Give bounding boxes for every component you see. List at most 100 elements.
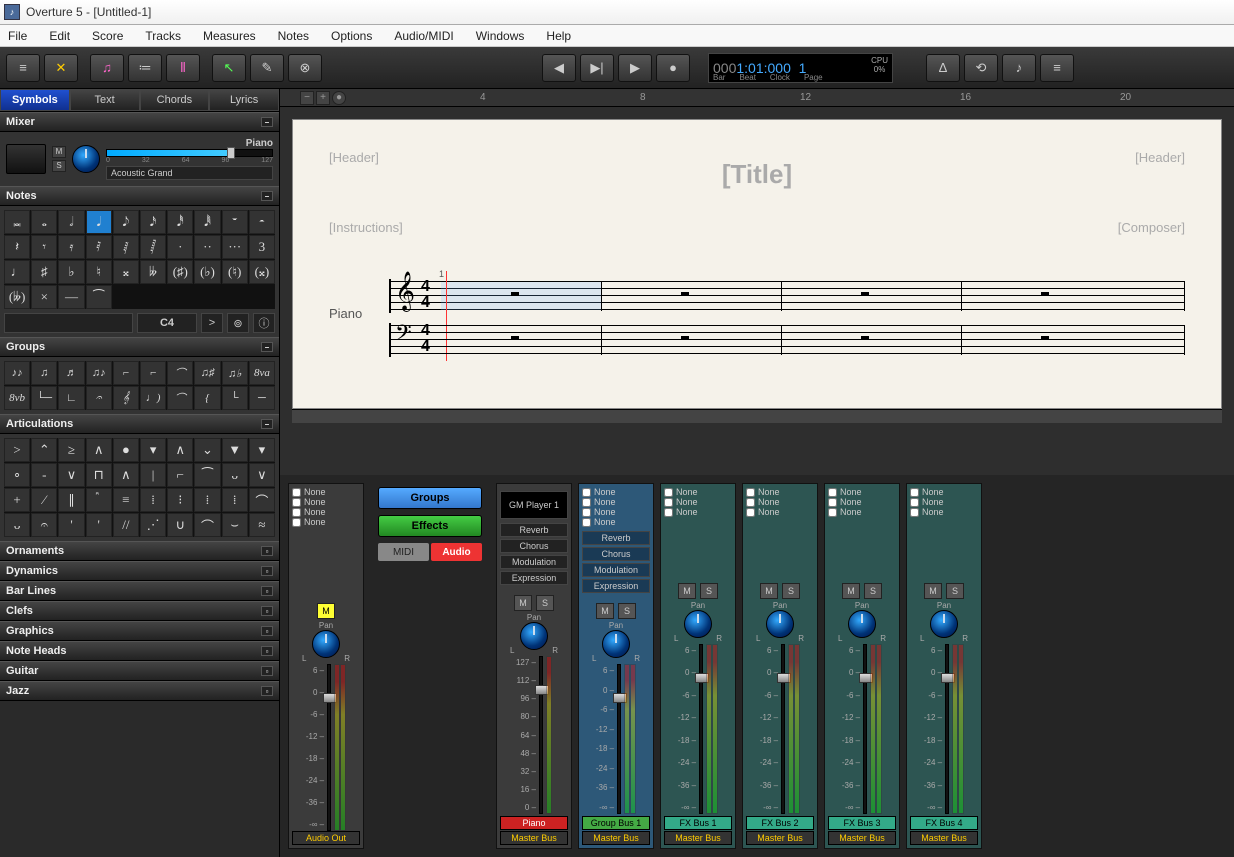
mute-button[interactable]: M <box>924 583 942 599</box>
symbol-cell[interactable]: ⌐ <box>140 361 166 385</box>
send-checkbox[interactable] <box>582 498 591 507</box>
symbol-cell[interactable]: ♩) <box>140 386 166 410</box>
symbol-cell[interactable]: ∨ <box>249 463 275 487</box>
symbol-cell[interactable]: 𝅘𝅥𝅯 <box>140 210 166 234</box>
solo-button[interactable]: S <box>536 595 554 611</box>
treble-staff[interactable]: 𝄞 44 <box>389 279 1185 313</box>
symbol-cell[interactable]: ♭ <box>58 260 84 284</box>
panel-articulations-header[interactable]: Articulations – <box>0 414 279 434</box>
send-slot[interactable]: None <box>292 497 360 507</box>
strip-output[interactable]: Master Bus <box>582 831 650 845</box>
symbol-cell[interactable]: ─ <box>249 386 275 410</box>
symbol-cell[interactable]: 𝄐 <box>31 513 57 537</box>
send-slot[interactable]: None <box>582 497 650 507</box>
mute-button[interactable]: M <box>52 146 66 158</box>
symbol-cell[interactable]: 𝅘𝅥𝅮 <box>113 210 139 234</box>
fx-slot[interactable]: Chorus <box>500 539 568 553</box>
panel-collapsed-header[interactable]: Graphics▫ <box>0 621 279 641</box>
volume-fader[interactable] <box>327 664 331 831</box>
strip-name[interactable]: Piano <box>500 816 568 830</box>
symbol-cell[interactable]: ♫♭ <box>222 361 248 385</box>
symbol-cell[interactable]: 𝄞 <box>113 386 139 410</box>
strip-name[interactable]: FX Bus 2 <box>746 816 814 830</box>
symbol-cell[interactable]: ∧ <box>113 463 139 487</box>
symbol-cell[interactable]: ⁀ <box>86 285 112 309</box>
score-header-left[interactable]: [Header] <box>329 150 379 165</box>
symbol-cell[interactable]: ∥ <box>58 488 84 512</box>
strip-output[interactable]: Master Bus <box>664 831 732 845</box>
symbol-cell[interactable]: 𝅘𝅥𝅰 <box>167 210 193 234</box>
symbol-cell[interactable]: (♮) <box>222 260 248 284</box>
tool-loop-icon[interactable]: ⟲ <box>964 54 998 82</box>
symbol-cell[interactable]: ∟ <box>58 386 84 410</box>
pan-knob[interactable] <box>684 610 712 638</box>
send-checkbox[interactable] <box>582 508 591 517</box>
ruler-minus-icon[interactable]: − <box>300 91 314 105</box>
tab-text[interactable]: Text <box>70 89 140 111</box>
panel-collapsed-header[interactable]: Clefs▫ <box>0 601 279 621</box>
expand-icon[interactable]: ▫ <box>261 646 273 656</box>
expand-icon[interactable]: ▫ <box>261 546 273 556</box>
panel-collapsed-header[interactable]: Bar Lines▫ <box>0 581 279 601</box>
send-checkbox[interactable] <box>828 488 837 497</box>
tool-staff-icon[interactable]: ≡ <box>1040 54 1074 82</box>
transport-play-icon[interactable]: ▶ <box>618 54 652 82</box>
send-checkbox[interactable] <box>582 518 591 527</box>
instrument-name[interactable]: Acoustic Grand <box>106 166 273 180</box>
strip-output[interactable]: Master Bus <box>500 831 568 845</box>
audio-button[interactable]: Audio <box>431 543 482 561</box>
send-checkbox[interactable] <box>664 508 673 517</box>
expand-icon[interactable]: ▫ <box>261 586 273 596</box>
volume-fader[interactable] <box>617 664 621 814</box>
panel-collapsed-header[interactable]: Guitar▫ <box>0 661 279 681</box>
send-slot[interactable]: None <box>582 517 650 527</box>
symbol-cell[interactable]: ' <box>58 513 84 537</box>
symbol-cell[interactable]: ≈ <box>249 513 275 537</box>
fx-slot[interactable]: Expression <box>500 571 568 585</box>
send-checkbox[interactable] <box>828 498 837 507</box>
fx-slot[interactable]: Reverb <box>500 523 568 537</box>
symbol-cell[interactable]: ≥ <box>58 438 84 462</box>
score-instructions[interactable]: [Instructions] <box>329 220 403 235</box>
strip-output[interactable]: Master Bus <box>746 831 814 845</box>
symbol-cell[interactable]: ♪♪ <box>4 361 30 385</box>
solo-button[interactable]: S <box>946 583 964 599</box>
send-slot[interactable]: None <box>746 487 814 497</box>
symbol-cell[interactable]: 𝅘𝅥 <box>86 210 112 234</box>
volume-fader[interactable] <box>699 644 703 814</box>
send-checkbox[interactable] <box>910 508 919 517</box>
collapse-icon[interactable]: – <box>261 419 273 429</box>
strip-output[interactable]: Audio Out <box>292 831 360 845</box>
fx-slot[interactable]: Reverb <box>582 531 650 545</box>
symbol-cell[interactable]: ⌒ <box>249 488 275 512</box>
symbol-cell[interactable]: (♯) <box>167 260 193 284</box>
symbol-cell[interactable]: ⌒ <box>167 386 193 410</box>
symbol-cell[interactable]: 𝄽 <box>4 235 30 259</box>
symbol-cell[interactable]: ∕ <box>31 488 57 512</box>
symbol-cell[interactable]: ⋰ <box>140 513 166 537</box>
symbol-cell[interactable]: 𝄐 <box>86 386 112 410</box>
solo-button[interactable]: S <box>52 160 66 172</box>
symbol-cell[interactable]: { <box>194 386 220 410</box>
send-slot[interactable]: None <box>828 497 896 507</box>
fx-slot[interactable]: Modulation <box>500 555 568 569</box>
menu-tracks[interactable]: Tracks <box>145 29 181 43</box>
symbol-cell[interactable]: ∪ <box>167 513 193 537</box>
volume-fader[interactable] <box>945 644 949 814</box>
score-viewport[interactable]: [Header] [Header] [Title] [Instructions]… <box>280 107 1234 475</box>
symbol-cell[interactable]: ▾ <box>140 438 166 462</box>
send-slot[interactable]: None <box>664 507 732 517</box>
symbol-cell[interactable]: ⊓ <box>86 463 112 487</box>
symbol-cell[interactable]: ♫ <box>31 361 57 385</box>
symbol-cell[interactable]: 𝄫 <box>140 260 166 284</box>
symbol-cell[interactable]: ··· <box>222 235 248 259</box>
symbol-cell[interactable]: 𝅁 <box>113 235 139 259</box>
note-pitch-field[interactable]: C4 <box>137 313 197 333</box>
send-slot[interactable]: None <box>746 497 814 507</box>
symbol-cell[interactable]: ⌒ <box>167 361 193 385</box>
send-checkbox[interactable] <box>910 498 919 507</box>
panel-collapsed-header[interactable]: Dynamics▫ <box>0 561 279 581</box>
panel-collapsed-header[interactable]: Ornaments▫ <box>0 541 279 561</box>
send-slot[interactable]: None <box>582 487 650 497</box>
menu-measures[interactable]: Measures <box>203 29 256 43</box>
